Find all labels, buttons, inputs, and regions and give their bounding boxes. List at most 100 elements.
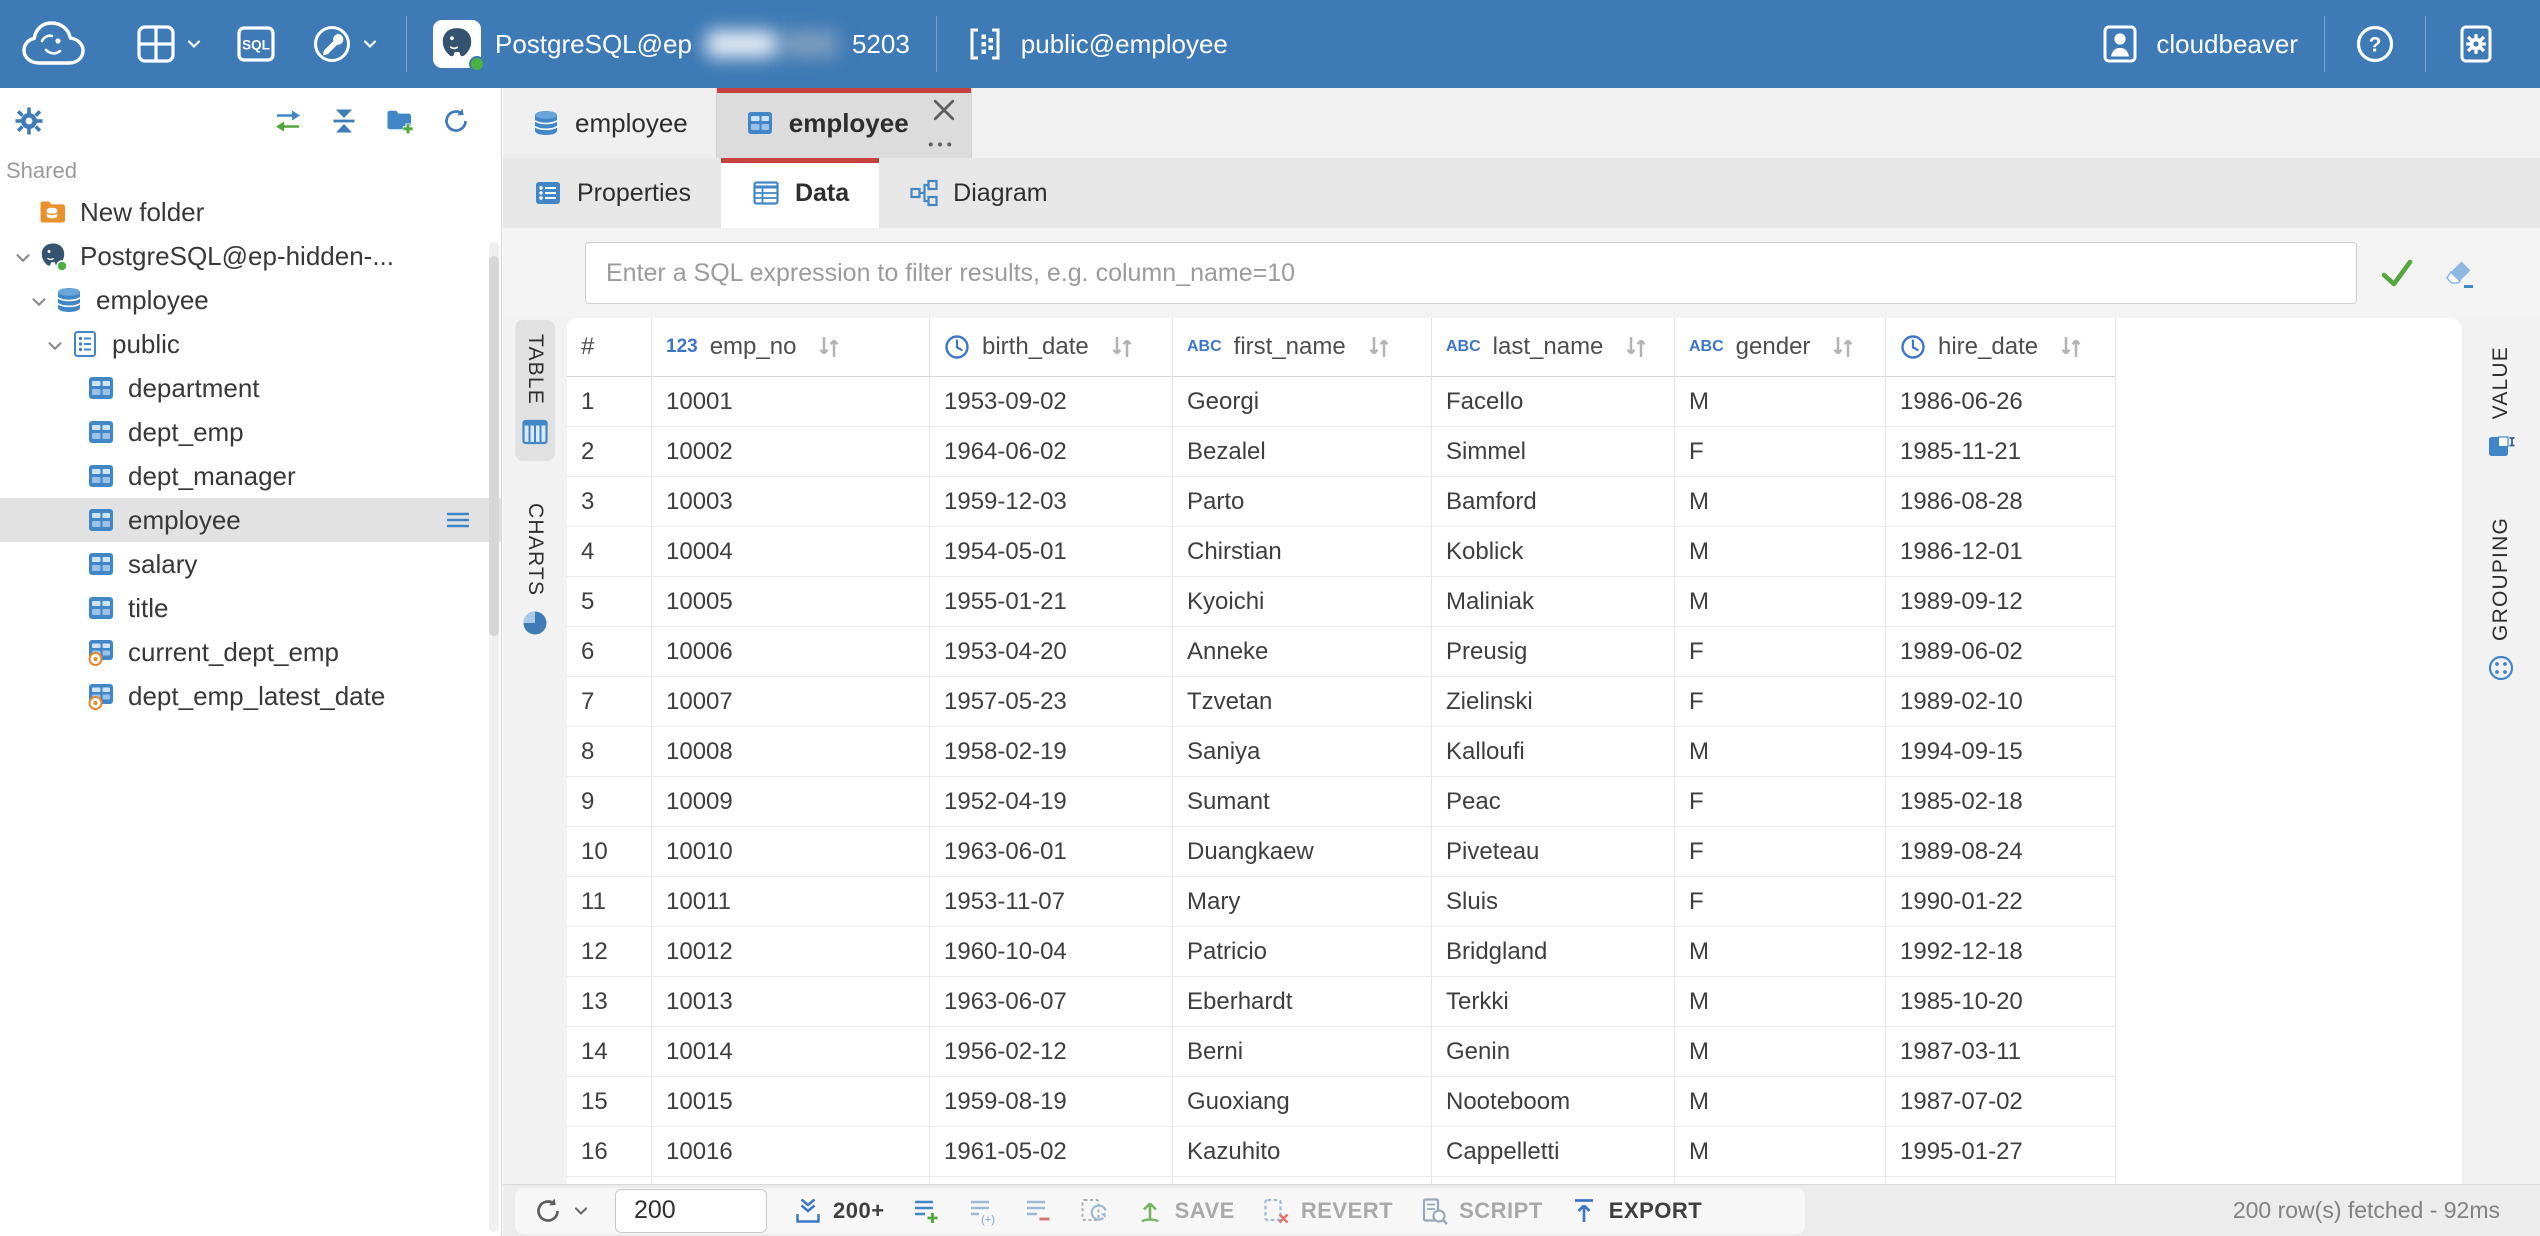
cell-gender[interactable]: M — [1675, 727, 1886, 777]
row-number-cell[interactable]: 9 — [567, 777, 652, 827]
cell-gender[interactable]: M — [1675, 1077, 1886, 1127]
cell-birth_date[interactable]: 1963-06-07 — [930, 977, 1173, 1027]
cell-emp_no[interactable]: 10016 — [652, 1127, 930, 1177]
column-header-birth_date[interactable]: birth_date — [930, 318, 1173, 377]
link-with-editor-icon[interactable] — [273, 106, 303, 136]
sidebar-scrollbar[interactable] — [489, 242, 499, 1232]
expander-chevron-icon[interactable] — [28, 289, 54, 311]
cell-birth_date[interactable]: 1954-05-01 — [930, 527, 1173, 577]
cell-gender[interactable]: M — [1675, 1127, 1886, 1177]
expander-chevron-icon[interactable] — [12, 245, 38, 267]
tree-item-department[interactable]: department — [0, 366, 501, 410]
cell-birth_date[interactable]: 1959-08-19 — [930, 1077, 1173, 1127]
cell-gender[interactable]: M — [1675, 477, 1886, 527]
cell-birth_date[interactable]: 1955-01-21 — [930, 577, 1173, 627]
cell-last_name[interactable]: Genin — [1432, 1027, 1675, 1077]
duplicate-row-button[interactable]: (+) — [967, 1196, 997, 1226]
cell-hire_date[interactable]: 1992-12-18 — [1886, 927, 2116, 977]
vertical-tab-charts[interactable]: CHARTS — [515, 489, 555, 652]
cell-gender[interactable]: F — [1675, 877, 1886, 927]
schema-selector[interactable]: public@employee — [949, 0, 1242, 88]
cell-hire_date[interactable]: 1986-12-01 — [1886, 527, 2116, 577]
cell-last_name[interactable]: Preusig — [1432, 627, 1675, 677]
cell-emp_no[interactable]: 10010 — [652, 827, 930, 877]
cell-last_name[interactable]: Sluis — [1432, 877, 1675, 927]
cell-emp_no[interactable]: 10009 — [652, 777, 930, 827]
sort-icon[interactable] — [2056, 332, 2086, 362]
export-button[interactable]: EXPORT — [1569, 1196, 1702, 1226]
row-number-cell[interactable]: 15 — [567, 1077, 652, 1127]
tree-item-dept_manager[interactable]: dept_manager — [0, 454, 501, 498]
vertical-tab-grouping[interactable]: GROUPING — [2481, 503, 2521, 697]
column-header-last_name[interactable]: ABClast_name — [1432, 318, 1675, 377]
cell-gender[interactable]: F — [1675, 427, 1886, 477]
cell-gender[interactable]: F — [1675, 677, 1886, 727]
row-number-cell[interactable]: 12 — [567, 927, 652, 977]
row-number-cell[interactable]: 6 — [567, 627, 652, 677]
new-folder-icon[interactable] — [385, 106, 415, 136]
cell-hire_date[interactable]: 1986-06-26 — [1886, 377, 2116, 427]
cell-last_name[interactable]: Zielinski — [1432, 677, 1675, 727]
cell-last_name[interactable]: Bamford — [1432, 477, 1675, 527]
cell-first_name[interactable]: Eberhardt — [1173, 977, 1432, 1027]
cell-birth_date[interactable]: 1964-06-02 — [930, 427, 1173, 477]
cell-first_name[interactable]: Anneke — [1173, 627, 1432, 677]
cell-birth_date[interactable]: 1957-05-23 — [930, 677, 1173, 727]
row-number-cell[interactable]: 8 — [567, 727, 652, 777]
view-tab-properties[interactable]: Properties — [503, 158, 721, 228]
cell-emp_no[interactable]: 10004 — [652, 527, 930, 577]
cell-first_name[interactable]: Georgi — [1173, 377, 1432, 427]
cell-emp_no[interactable]: 10007 — [652, 677, 930, 727]
cell-last_name[interactable]: Nooteboom — [1432, 1077, 1675, 1127]
cell-hire_date[interactable]: 1989-09-12 — [1886, 577, 2116, 627]
cell-last_name[interactable]: Piveteau — [1432, 827, 1675, 877]
column-header-emp_no[interactable]: 123emp_no — [652, 318, 930, 377]
fetch-more-button[interactable]: 200+ — [793, 1196, 885, 1226]
revert-button[interactable]: REVERT — [1261, 1196, 1393, 1226]
row-number-cell[interactable]: 1 — [567, 377, 652, 427]
column-header-hire_date[interactable]: hire_date — [1886, 318, 2116, 377]
cell-first_name[interactable]: Patricio — [1173, 927, 1432, 977]
apply-filter-button[interactable] — [2375, 251, 2419, 295]
clear-filter-button[interactable] — [2437, 251, 2481, 295]
cell-emp_no[interactable]: 10006 — [652, 627, 930, 677]
cell-gender[interactable]: F — [1675, 777, 1886, 827]
settings-button[interactable] — [2438, 0, 2514, 88]
cell-hire_date[interactable]: 1987-03-11 — [1886, 1027, 2116, 1077]
scrollbar-thumb[interactable] — [489, 256, 499, 636]
cell-emp_no[interactable]: 10011 — [652, 877, 930, 927]
row-number-cell[interactable]: 7 — [567, 677, 652, 727]
editor-tab-employee-0[interactable]: employee — [503, 88, 717, 158]
row-number-cell[interactable]: 13 — [567, 977, 652, 1027]
row-number-cell[interactable]: 14 — [567, 1027, 652, 1077]
sort-icon[interactable] — [1828, 332, 1858, 362]
sidebar-settings-icon[interactable] — [12, 104, 46, 138]
cell-first_name[interactable]: Duangkaew — [1173, 827, 1432, 877]
cell-birth_date[interactable]: 1963-06-01 — [930, 827, 1173, 877]
collapse-all-icon[interactable] — [329, 106, 359, 136]
tree-item-Newfolder[interactable]: New folder — [0, 190, 501, 234]
tree-item-current_dept_emp[interactable]: current_dept_emp — [0, 630, 501, 674]
sql-editor-button[interactable]: SQL — [218, 0, 294, 88]
cell-hire_date[interactable]: 1989-06-02 — [1886, 627, 2116, 677]
script-button[interactable]: SCRIPT — [1419, 1196, 1543, 1226]
tree-item-employee[interactable]: employee — [0, 278, 501, 322]
cell-last_name[interactable]: Peac — [1432, 777, 1675, 827]
cell-birth_date[interactable]: 1953-04-20 — [930, 627, 1173, 677]
cell-last_name[interactable]: Terkki — [1432, 977, 1675, 1027]
new-connection-button[interactable] — [118, 0, 218, 88]
cell-last_name[interactable]: Facello — [1432, 377, 1675, 427]
cell-hire_date[interactable]: 1994-09-15 — [1886, 727, 2116, 777]
item-menu-icon[interactable] — [443, 505, 473, 535]
row-number-cell[interactable]: 5 — [567, 577, 652, 627]
cell-emp_no[interactable]: 10015 — [652, 1077, 930, 1127]
cell-emp_no[interactable]: 10013 — [652, 977, 930, 1027]
cell-first_name[interactable]: Kazuhito — [1173, 1127, 1432, 1177]
sort-icon[interactable] — [1621, 332, 1651, 362]
cell-hire_date[interactable]: 1985-02-18 — [1886, 777, 2116, 827]
view-tab-diagram[interactable]: Diagram — [879, 158, 1077, 228]
cell-emp_no[interactable]: 10001 — [652, 377, 930, 427]
add-row-button[interactable] — [911, 1196, 941, 1226]
vertical-tab-table[interactable]: TABLE — [515, 320, 555, 461]
cell-emp_no[interactable]: 10008 — [652, 727, 930, 777]
